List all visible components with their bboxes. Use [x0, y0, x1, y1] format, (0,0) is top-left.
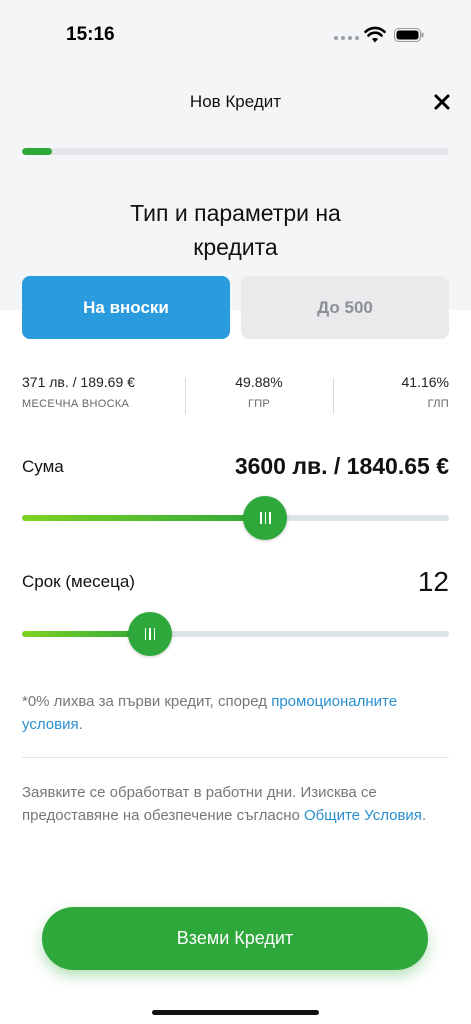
stat-value: 371 лв. / 189.69 € [22, 374, 135, 390]
amount-slider[interactable] [22, 496, 449, 540]
header: Нов Кредит [0, 70, 471, 132]
tab-up-to-500[interactable]: До 500 [241, 276, 449, 339]
divider [22, 757, 449, 758]
stat-monthly-payment: 371 лв. / 189.69 € МЕСЕЧНА ВНОСКА [22, 374, 182, 418]
promo-suffix: . [78, 716, 83, 733]
header-title: Нов Кредит [189, 92, 282, 111]
grip-icon [260, 512, 271, 524]
page-title: Тип и параметри на кредита [60, 196, 411, 264]
stat-apr: 49.88% ГПР [185, 374, 333, 418]
amount-label: Сума [22, 457, 64, 476]
stat-value: 41.16% [401, 374, 449, 390]
close-icon[interactable] [430, 90, 454, 114]
status-time: 15:16 [66, 24, 115, 45]
progress-fill [22, 148, 52, 155]
info-suffix: . [421, 807, 427, 824]
promo-note: *0% лихва за първи кредит, според промоц… [22, 690, 449, 736]
wifi-icon [364, 26, 386, 43]
grip-icon [144, 628, 156, 640]
amount-slider-fill [22, 515, 266, 521]
page-title-line-2: кредита [193, 234, 278, 260]
tab-installments[interactable]: На вноски [22, 276, 230, 339]
term-slider-thumb[interactable] [128, 612, 173, 656]
home-indicator [152, 1010, 319, 1015]
stat-label: ГПР [247, 398, 271, 410]
term-value: 12 [417, 566, 449, 597]
amount-value: 3600 лв. / 1840.65 € [234, 453, 449, 479]
term-label: Срок (месеца) [22, 572, 135, 591]
general-terms-link[interactable]: Общите Условия [304, 807, 422, 824]
info-note: Заявките се обработват в работни дни. Из… [22, 781, 449, 827]
stat-value: 49.88% [235, 374, 283, 390]
amount-slider-thumb[interactable] [243, 496, 288, 540]
term-slider[interactable] [22, 612, 449, 656]
page-title-line-1: Тип и параметри на [130, 200, 341, 226]
battery-icon [394, 28, 424, 42]
cellular-signal-icon [334, 36, 359, 40]
stat-label: ГЛП [427, 398, 449, 410]
get-loan-button[interactable]: Вземи Кредит [42, 907, 428, 970]
stat-interest-rate: 41.16% ГЛП [333, 374, 449, 418]
stat-label: МЕСЕЧНА ВНОСКА [22, 398, 130, 410]
promo-text: *0% лихва за първи кредит, според [22, 693, 272, 710]
loan-stats: 371 лв. / 189.69 € МЕСЕЧНА ВНОСКА 49.88%… [22, 374, 449, 418]
progress-bar [22, 148, 449, 155]
status-bar: 15:16 [0, 0, 471, 70]
